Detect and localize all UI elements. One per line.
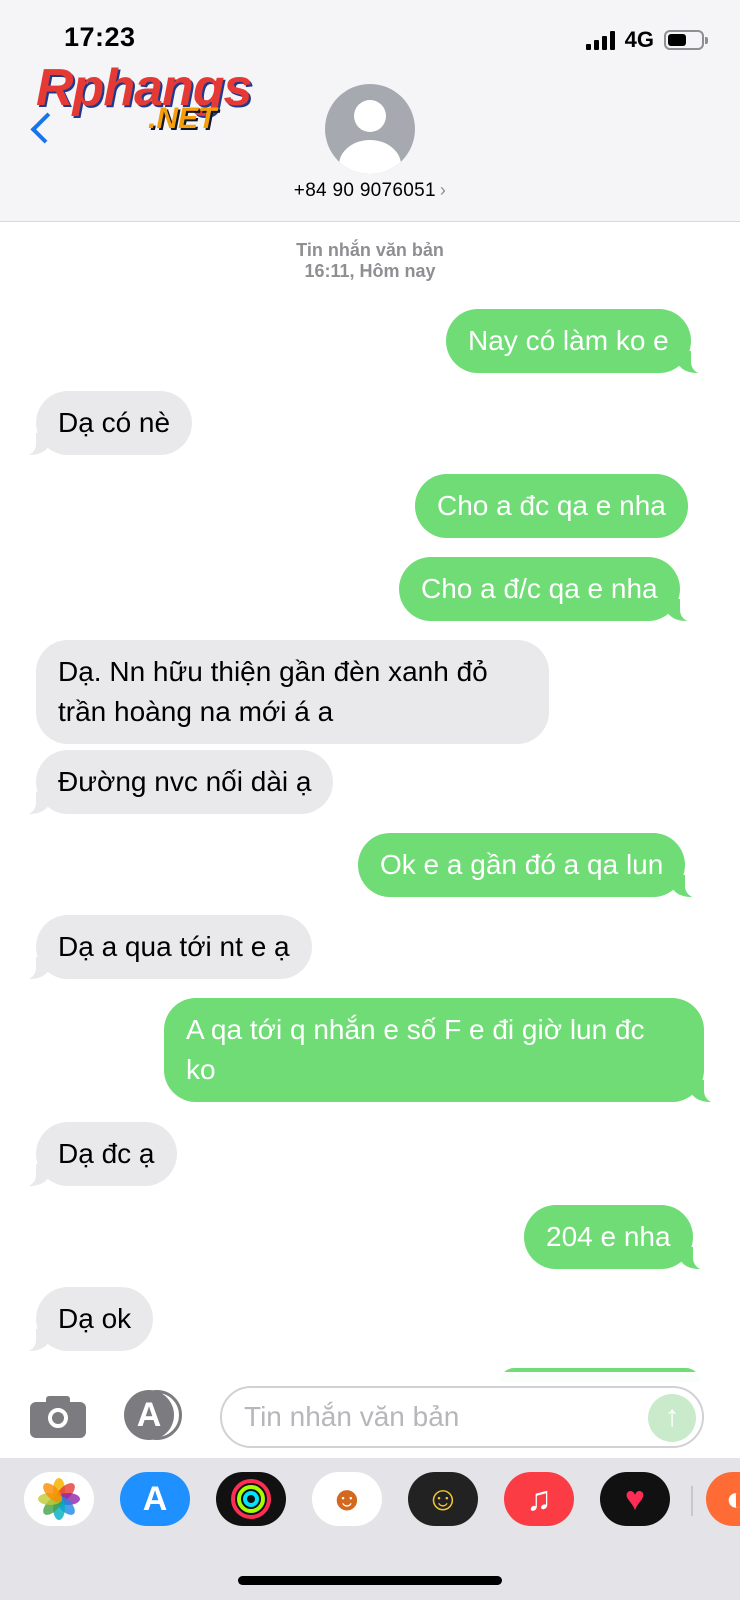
status-indicators: 4G [585,26,708,54]
app-drawer: A ☻ ☺ ♫ ♥ ◐ [0,1458,740,1600]
conversation-header: 17:23 4G Rphangs .NET +84 90 9076051 › [0,0,740,222]
contact-info-button[interactable]: +84 90 9076051 › [0,180,740,202]
photos-icon[interactable] [24,1472,94,1526]
camera-icon[interactable] [30,1394,86,1438]
message-bubble-sent[interactable]: Cho a đ/c qa e nha [399,557,694,622]
app-store-glyph: A [124,1390,174,1440]
message-bubble-received[interactable]: Dạ có nè [21,391,193,456]
thread-timestamp: Tin nhắn văn bản 16:11, Hôm nay [0,240,740,282]
message-bubble-received[interactable]: Dạ đc ạ [22,1122,177,1187]
contact-phone-number: +84 90 9076051 [293,180,436,201]
home-indicator[interactable] [238,1576,502,1585]
tray-divider [691,1486,693,1516]
logo-net-text: .NET [148,102,217,135]
message-bubble-received[interactable]: Dạ a qua tới nt e ạ [22,915,312,980]
battery-icon [664,30,708,50]
message-bubble-sent[interactable]: Ok e a gần đó a qa lun [358,833,700,898]
network-type-label: 4G [624,27,654,52]
app-store-icon[interactable]: A [124,1390,186,1440]
activity-icon[interactable] [216,1472,286,1526]
message-bubble-received[interactable]: Đường nvc nối dài ạ [21,750,334,815]
thread-time-label: 16:11, Hôm nay [304,261,436,281]
watermark-logo: Rphangs .NET [36,58,266,138]
message-bubble-received[interactable]: Dạ ok [21,1287,154,1352]
arrow-up-icon[interactable]: ↑ [648,1394,696,1442]
back-button[interactable] [26,106,56,150]
message-bubble-sent[interactable]: Cho a đc qa e nha [415,474,688,538]
logo-main-text: Rphangs [36,59,252,117]
music-icon[interactable]: ♫ [504,1472,574,1526]
digital-touch-icon[interactable]: ♥ [600,1472,670,1526]
message-input[interactable] [220,1386,704,1448]
cellular-signal-icon [585,30,615,50]
message-type-label: Tin nhắn văn bản [296,240,444,260]
memoji-stickers-icon[interactable]: ☻ [312,1472,382,1526]
app-store-tray-icon[interactable]: A [120,1472,190,1526]
person-icon [354,100,386,132]
more-apps-icon[interactable]: ◐ [706,1472,740,1526]
contact-avatar[interactable] [325,84,415,174]
memoji-icon[interactable]: ☺ [408,1472,478,1526]
message-bubble-received[interactable]: Dạ. Nn hữu thiện gần đèn xanh đỏ trần ho… [36,640,549,744]
message-bubble-sent[interactable]: Nay có làm ko e [446,309,705,374]
compose-bar: A ↑ [0,1372,740,1458]
message-bubble-sent[interactable]: 204 e nha [524,1205,707,1270]
chevron-right-icon: › [439,180,447,200]
status-time: 17:23 [64,22,136,52]
message-bubble-sent[interactable]: A qa tới q nhắn e số F e đi giờ lun đc k… [164,998,718,1103]
